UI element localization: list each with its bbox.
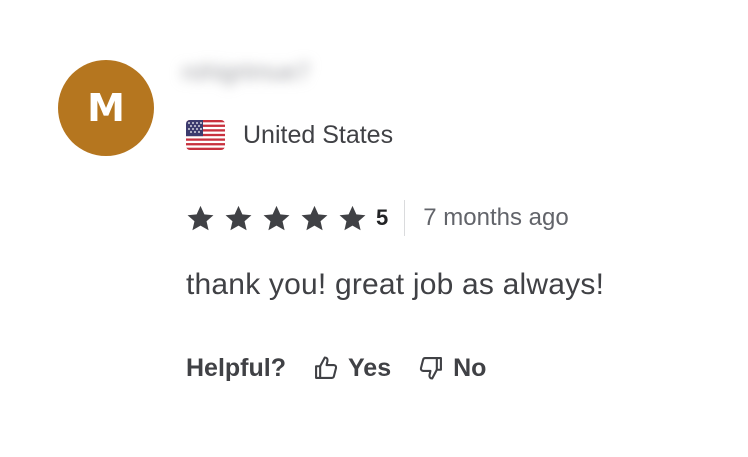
star-icon: [301, 205, 328, 230]
reviewer-country: United States: [186, 118, 393, 152]
reviewer-username[interactable]: rohigrtmue7: [182, 58, 338, 88]
helpful-yes-button[interactable]: Yes: [312, 354, 391, 383]
review-card: M rohigrtmue7 United States 5 7 months a…: [0, 0, 748, 457]
star-icon: [225, 205, 252, 230]
rating-row: 5 7 months ago: [186, 198, 569, 238]
helpful-yes-label: Yes: [348, 353, 392, 382]
rating-score: 5: [376, 205, 389, 230]
avatar[interactable]: M: [58, 60, 154, 156]
thumbs-up-icon: [315, 356, 338, 379]
us-flag-icon: [186, 120, 225, 150]
helpful-no-button[interactable]: No: [417, 354, 486, 383]
country-name: United States: [243, 120, 394, 149]
helpful-row: Helpful? Yes No: [186, 350, 486, 386]
star-rating: [186, 204, 367, 233]
star-icon: [187, 205, 214, 230]
review-time-ago: 7 months ago: [423, 204, 569, 231]
avatar-letter: M: [87, 86, 125, 130]
star-icon: [339, 205, 366, 230]
helpful-no-label: No: [453, 353, 487, 382]
helpful-label: Helpful?: [186, 353, 286, 382]
review-text: thank you! great job as always!: [186, 268, 605, 301]
thumbs-down-icon: [419, 357, 443, 380]
star-icon: [263, 205, 290, 230]
divider: [404, 200, 406, 236]
